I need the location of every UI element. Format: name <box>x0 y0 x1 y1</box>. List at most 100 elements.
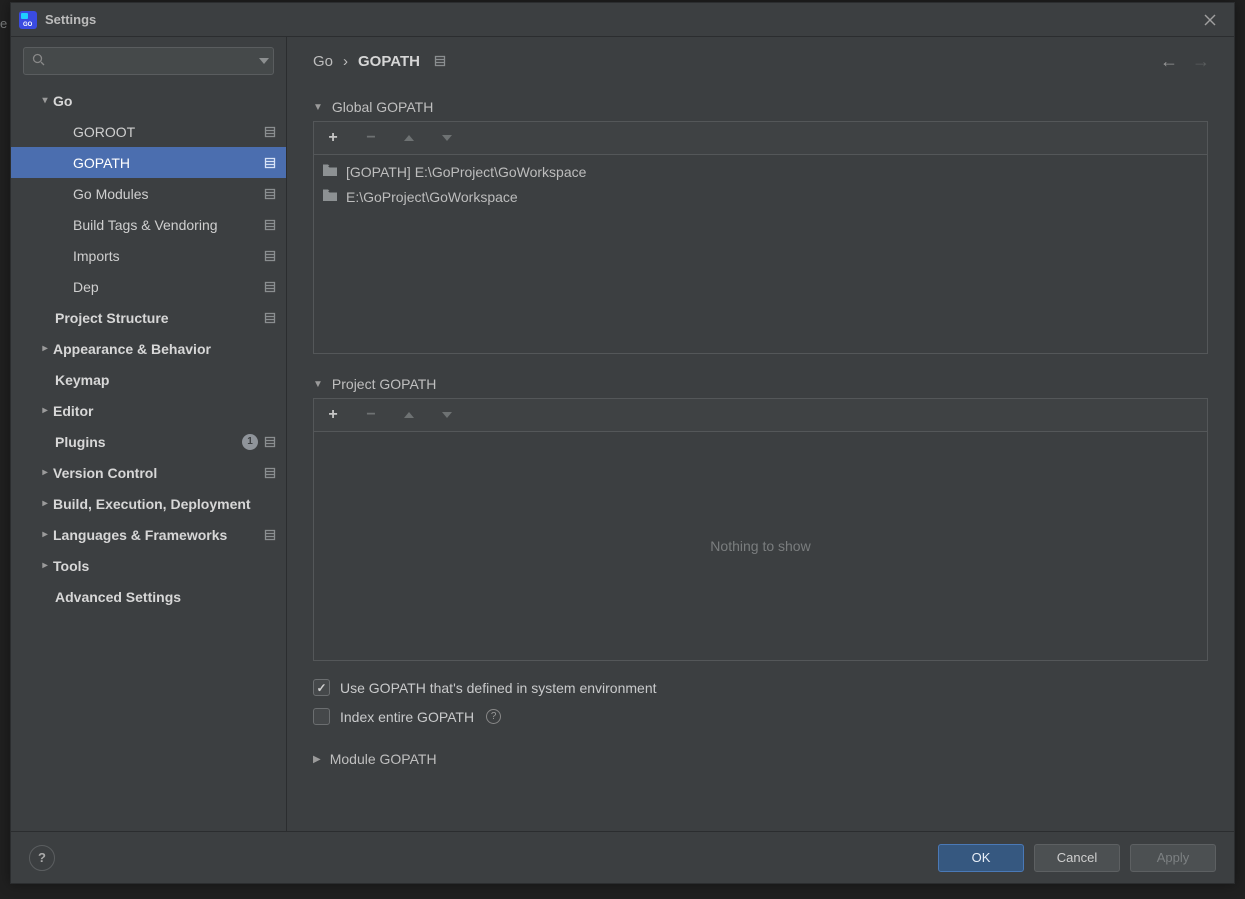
search-dropdown-icon[interactable] <box>259 58 269 64</box>
chevron-right-icon: ▸ <box>37 467 53 478</box>
move-up-button <box>400 406 418 424</box>
settings-dialog: GO Settings <box>10 2 1235 884</box>
tree-item-goroot[interactable]: GOROOT <box>11 116 286 147</box>
project-config-icon <box>264 436 276 448</box>
move-up-button <box>400 129 418 147</box>
checkbox-use-system-gopath[interactable] <box>313 679 330 696</box>
tree-item-version-control[interactable]: ▸ Version Control <box>11 457 286 488</box>
tree-item-imports[interactable]: Imports <box>11 240 286 271</box>
list-item-label: [GOPATH] E:\GoProject\GoWorkspace <box>346 164 586 180</box>
project-gopath-list[interactable]: Nothing to show <box>314 432 1207 660</box>
project-gopath-toolbar: + − <box>314 399 1207 432</box>
folder-icon <box>322 188 338 205</box>
close-button[interactable] <box>1196 8 1224 32</box>
move-down-button <box>438 129 456 147</box>
section-project-gopath-header[interactable]: ▼ Project GOPATH <box>313 376 1208 392</box>
project-gopath-panel: + − Nothing to show <box>313 398 1208 661</box>
help-icon[interactable]: ? <box>486 709 501 724</box>
add-button[interactable]: + <box>324 129 342 147</box>
settings-content: Go › GOPATH ← → ▼ Global GOPATH <box>287 37 1234 831</box>
chevron-right-icon: ▸ <box>37 529 53 540</box>
use-system-gopath-row[interactable]: Use GOPATH that's defined in system envi… <box>313 679 1208 696</box>
tree-item-project-structure[interactable]: Project Structure <box>11 302 286 333</box>
project-config-icon <box>264 529 276 541</box>
list-item-label: E:\GoProject\GoWorkspace <box>346 189 518 205</box>
tree-item-advanced[interactable]: Advanced Settings <box>11 581 286 612</box>
remove-button: − <box>362 406 380 424</box>
global-gopath-toolbar: + − <box>314 122 1207 155</box>
project-config-icon <box>264 126 276 138</box>
forward-button: → <box>1192 51 1210 72</box>
tree-item-gopath[interactable]: GOPATH <box>11 147 286 178</box>
chevron-right-icon: ▸ <box>37 560 53 571</box>
project-config-icon <box>264 467 276 479</box>
background-editor-gutter: e <box>0 16 7 31</box>
tree-item-keymap[interactable]: Keymap <box>11 364 286 395</box>
chevron-right-icon: ▸ <box>37 405 53 416</box>
settings-sidebar: ▾ Go GOROOT GOPATH Go Modules <box>11 37 287 831</box>
cancel-button[interactable]: Cancel <box>1034 844 1120 872</box>
breadcrumb: Go › GOPATH <box>313 53 446 70</box>
global-gopath-list[interactable]: [GOPATH] E:\GoProject\GoWorkspace E:\GoP… <box>314 155 1207 353</box>
section-global-gopath-title: Global GOPATH <box>332 99 433 115</box>
list-item[interactable]: [GOPATH] E:\GoProject\GoWorkspace <box>314 159 1207 184</box>
checkbox-label: Use GOPATH that's defined in system envi… <box>340 680 657 696</box>
tree-item-build-tags[interactable]: Build Tags & Vendoring <box>11 209 286 240</box>
chevron-right-icon: ▸ <box>37 498 53 509</box>
tree-item-go-modules[interactable]: Go Modules <box>11 178 286 209</box>
close-icon <box>1204 14 1216 26</box>
chevron-down-icon: ▾ <box>37 95 53 106</box>
dialog-footer: ? OK Cancel Apply <box>11 831 1234 883</box>
dialog-title: Settings <box>45 12 1196 27</box>
section-global-gopath-header[interactable]: ▼ Global GOPATH <box>313 99 1208 115</box>
add-button[interactable]: + <box>324 406 342 424</box>
project-config-icon <box>434 55 446 67</box>
global-gopath-panel: + − [GOPATH] E:\GoProject\GoWorkspace <box>313 121 1208 354</box>
section-module-gopath-title: Module GOPATH <box>330 751 437 767</box>
move-down-button <box>438 406 456 424</box>
index-entire-gopath-row[interactable]: Index entire GOPATH ? <box>313 708 1208 725</box>
empty-placeholder: Nothing to show <box>710 538 810 554</box>
chevron-right-icon: ▶ <box>313 754 321 765</box>
project-config-icon <box>264 312 276 324</box>
tree-item-plugins[interactable]: Plugins 1 <box>11 426 286 457</box>
section-module-gopath-header[interactable]: ▶ Module GOPATH <box>313 751 1208 767</box>
remove-button: − <box>362 129 380 147</box>
tree-item-build-execution[interactable]: ▸ Build, Execution, Deployment <box>11 488 286 519</box>
svg-text:GO: GO <box>23 22 33 28</box>
tree-item-editor[interactable]: ▸ Editor <box>11 395 286 426</box>
back-button[interactable]: ← <box>1160 51 1178 72</box>
project-config-icon <box>264 250 276 262</box>
help-button[interactable]: ? <box>29 845 55 871</box>
breadcrumb-parent[interactable]: Go <box>313 53 333 70</box>
tree-item-go[interactable]: ▾ Go <box>11 85 286 116</box>
folder-icon <box>322 163 338 180</box>
tree-item-languages[interactable]: ▸ Languages & Frameworks <box>11 519 286 550</box>
project-config-icon <box>264 219 276 231</box>
project-config-icon <box>264 188 276 200</box>
search-input[interactable] <box>51 54 259 69</box>
project-config-icon <box>264 281 276 293</box>
checkbox-index-entire-gopath[interactable] <box>313 708 330 725</box>
project-config-icon <box>264 157 276 169</box>
tree-item-dep[interactable]: Dep <box>11 271 286 302</box>
section-project-gopath-title: Project GOPATH <box>332 376 437 392</box>
tree-item-tools[interactable]: ▸ Tools <box>11 550 286 581</box>
search-input-wrapper <box>23 47 274 75</box>
goland-app-icon: GO <box>19 11 37 29</box>
breadcrumb-separator: › <box>343 53 348 70</box>
search-icon <box>32 53 45 69</box>
ok-button[interactable]: OK <box>938 844 1024 872</box>
dialog-titlebar: GO Settings <box>11 3 1234 37</box>
nav-arrows: ← → <box>1160 51 1210 72</box>
chevron-down-icon: ▼ <box>313 379 323 390</box>
tree-item-appearance[interactable]: ▸ Appearance & Behavior <box>11 333 286 364</box>
content-header: Go › GOPATH ← → <box>287 37 1234 85</box>
checkbox-label: Index entire GOPATH <box>340 709 474 725</box>
chevron-right-icon: ▸ <box>37 343 53 354</box>
breadcrumb-current: GOPATH <box>358 53 420 70</box>
chevron-down-icon: ▼ <box>313 102 323 113</box>
plugins-update-badge: 1 <box>242 434 258 450</box>
apply-button: Apply <box>1130 844 1216 872</box>
list-item[interactable]: E:\GoProject\GoWorkspace <box>314 184 1207 209</box>
